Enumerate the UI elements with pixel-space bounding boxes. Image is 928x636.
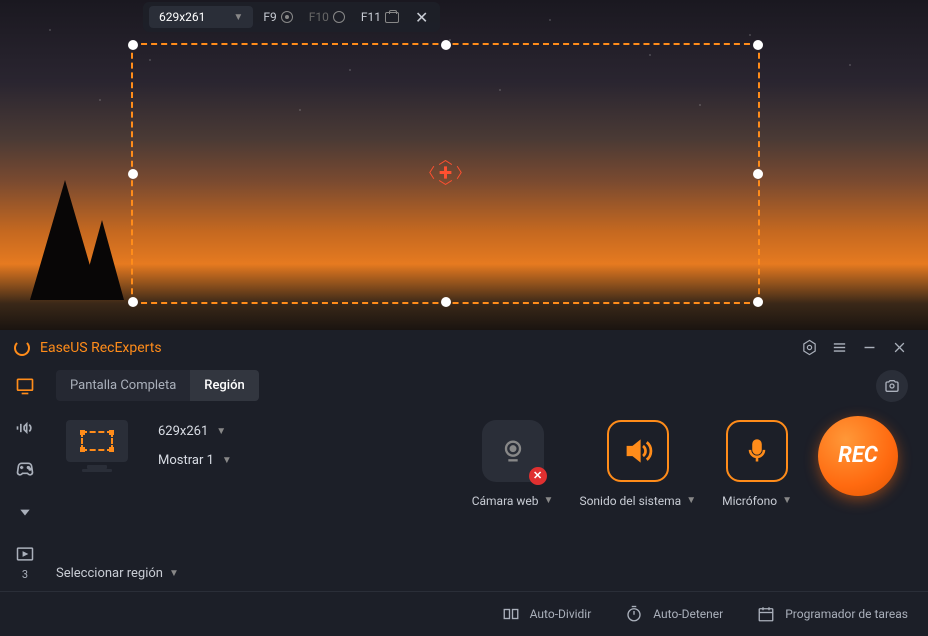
resize-handle-w[interactable] [128,169,138,179]
timer-icon [625,605,643,623]
resize-handle-nw[interactable] [128,40,138,50]
resize-handle-s[interactable] [441,297,451,307]
pause-circle-icon [333,11,345,23]
chevron-down-icon: ▼ [169,568,179,579]
menu-button[interactable] [824,333,854,363]
resize-handle-e[interactable] [753,169,763,179]
system-sound-dropdown[interactable]: Sonido del sistema ▼ [579,494,696,508]
chevron-down-icon: ▼ [544,495,554,506]
disabled-badge-icon: ✕ [529,467,547,485]
dimensions-selector[interactable]: 629x261 ▼ [158,424,232,439]
task-scheduler-button[interactable]: Programador de tareas [757,605,908,623]
chevron-down-icon: ▼ [222,455,232,466]
microphone-toggle[interactable] [726,420,788,482]
capture-region[interactable]: ︿〈 ✚ 〉﹀ [131,43,760,304]
auto-split-button[interactable]: Auto-Dividir [502,605,592,623]
display-selector[interactable]: Mostrar 1 ▼ [158,453,232,468]
system-sound-toggle[interactable] [607,420,669,482]
chevron-down-icon: ▼ [686,495,696,506]
recordings-count: 3 [13,568,37,581]
select-region-dropdown[interactable]: Seleccionar región ▼ [56,566,908,581]
chevron-down-icon: ▼ [216,426,226,437]
titlebar: EaseUS RecExperts [0,330,928,366]
record-button[interactable]: REC [818,416,898,496]
desktop-background: ︿〈 ✚ 〉﹀ 629x261 ▼ F9 F10 F11 ✕ [0,0,928,330]
sidebar-more[interactable] [13,500,37,524]
app-title: EaseUS RecExperts [40,340,162,356]
microphone-dropdown[interactable]: Micrófono ▼ [722,494,792,508]
minimize-button[interactable] [854,333,884,363]
tab-region[interactable]: Región [190,370,258,401]
app-window: EaseUS RecExperts [0,330,928,636]
auto-stop-button[interactable]: Auto-Detener [625,605,723,623]
sidebar-audio-record[interactable] [13,416,37,440]
sidebar-game-record[interactable] [13,458,37,482]
tab-full-screen[interactable]: Pantalla Completa [56,370,190,401]
dimensions-dropdown[interactable]: 629x261 ▼ [149,6,253,28]
settings-button[interactable] [794,333,824,363]
calendar-icon [757,605,775,623]
resize-handle-sw[interactable] [128,297,138,307]
close-button[interactable] [884,333,914,363]
webcam-dropdown[interactable]: Cámara web ▼ [472,494,554,508]
region-preview [56,420,138,462]
resize-handle-ne[interactable] [753,40,763,50]
hotkey-pause[interactable]: F10 [303,10,351,24]
sidebar-recordings[interactable] [13,542,37,566]
split-icon [502,605,520,623]
resize-handle-n[interactable] [441,40,451,50]
monitor-icon [66,420,128,462]
screenshot-button[interactable] [876,370,908,402]
app-logo-icon [14,340,30,356]
sidebar-screen-record[interactable] [13,374,37,398]
camera-icon [385,12,399,23]
sidebar: 3 [0,366,50,591]
chevron-down-icon: ▼ [782,495,792,506]
close-toolbar-button[interactable]: ✕ [409,8,434,27]
record-dot-icon [281,11,293,23]
hotkey-record[interactable]: F9 [257,10,298,24]
webcam-toggle[interactable]: ✕ [482,420,544,482]
hotkey-screenshot[interactable]: F11 [355,10,405,24]
region-toolbar: 629x261 ▼ F9 F10 F11 ✕ [143,2,440,32]
dimensions-value: 629x261 [159,10,205,24]
resize-handle-se[interactable] [753,297,763,307]
wallpaper-tree [80,220,124,300]
footer: Auto-Dividir Auto-Detener Programador de… [0,591,928,636]
main-panel: Pantalla Completa Región 629x261 ▼ [50,366,928,591]
move-cursor-icon[interactable]: ︿〈 ✚ 〉﹀ [421,153,470,195]
chevron-down-icon: ▼ [233,12,243,23]
